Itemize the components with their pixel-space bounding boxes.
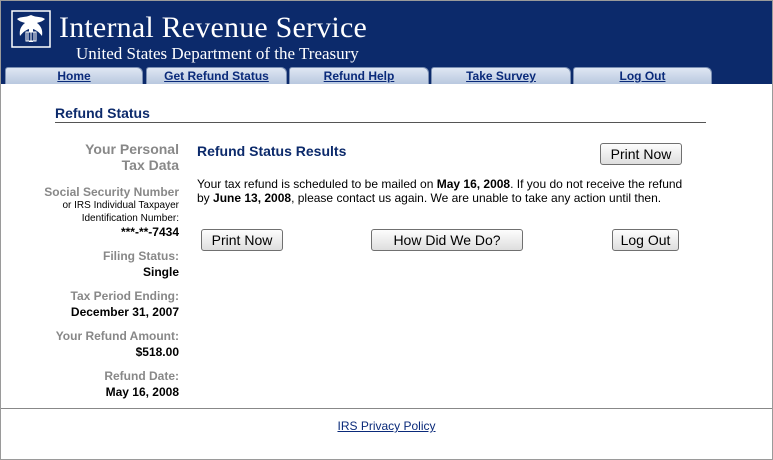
ssn-sublabel-2: Identification Number: bbox=[81, 213, 179, 224]
results-title: Refund Status Results bbox=[197, 143, 347, 159]
tab-take-survey[interactable]: Take Survey bbox=[431, 67, 571, 84]
ssn-sublabel-1: or IRS Individual Taxpayer bbox=[62, 200, 179, 211]
refund-status-message: Your tax refund is scheduled to be maile… bbox=[197, 177, 683, 205]
personal-tax-data-panel: Your Personal Tax Data Social Security N… bbox=[21, 141, 179, 399]
section-divider bbox=[55, 122, 706, 123]
agency-subtitle: United States Department of the Treasury bbox=[76, 44, 359, 63]
filing-status-value: Single bbox=[142, 265, 179, 279]
tab-refund-help[interactable]: Refund Help bbox=[289, 67, 429, 84]
print-now-button[interactable]: Print Now bbox=[201, 229, 283, 251]
filing-status-label: Filing Status: bbox=[103, 249, 179, 263]
refund-date-label: Refund Date: bbox=[104, 369, 179, 383]
privacy-policy-link[interactable]: IRS Privacy Policy bbox=[1, 419, 772, 433]
tax-period-value: December 31, 2007 bbox=[70, 305, 179, 319]
refund-date-value: May 16, 2008 bbox=[105, 385, 179, 399]
refund-date-group: Refund Date: May 16, 2008 bbox=[21, 369, 179, 399]
mail-date: May 16, 2008 bbox=[436, 177, 511, 191]
refund-amount-value: $518.00 bbox=[135, 345, 179, 359]
print-now-button-top[interactable]: Print Now bbox=[600, 143, 682, 165]
page-frame: Internal Revenue Service United States D… bbox=[0, 0, 773, 460]
tax-data-heading: Your Personal Tax Data bbox=[85, 141, 179, 173]
ssn-value: ***-**-7434 bbox=[120, 225, 179, 239]
nav-bar: Home Get Refund Status Refund Help Take … bbox=[1, 67, 772, 84]
log-out-button[interactable]: Log Out bbox=[612, 229, 679, 251]
how-did-we-do-button[interactable]: How Did We Do? bbox=[371, 229, 523, 251]
refund-amount-label: Your Refund Amount: bbox=[55, 329, 179, 343]
agency-title: Internal Revenue Service bbox=[59, 11, 367, 44]
tax-period-label: Tax Period Ending: bbox=[70, 289, 179, 303]
tab-log-out[interactable]: Log Out bbox=[573, 67, 712, 84]
page-title: Refund Status bbox=[55, 105, 150, 121]
contact-by-date: June 13, 2008 bbox=[213, 191, 292, 205]
ssn-label: Social Security Number bbox=[44, 185, 179, 199]
tab-home[interactable]: Home bbox=[5, 67, 143, 84]
site-header: Internal Revenue Service United States D… bbox=[1, 1, 772, 84]
refund-amount-group: Your Refund Amount: $518.00 bbox=[21, 329, 179, 359]
filing-status-group: Filing Status: Single bbox=[21, 249, 179, 279]
irs-eagle-logo-icon bbox=[11, 10, 51, 48]
ssn-group: Social Security Number or IRS Individual… bbox=[21, 185, 179, 239]
tab-get-refund-status[interactable]: Get Refund Status bbox=[146, 67, 287, 84]
tax-period-group: Tax Period Ending: December 31, 2007 bbox=[21, 289, 179, 319]
footer-divider bbox=[1, 408, 772, 409]
